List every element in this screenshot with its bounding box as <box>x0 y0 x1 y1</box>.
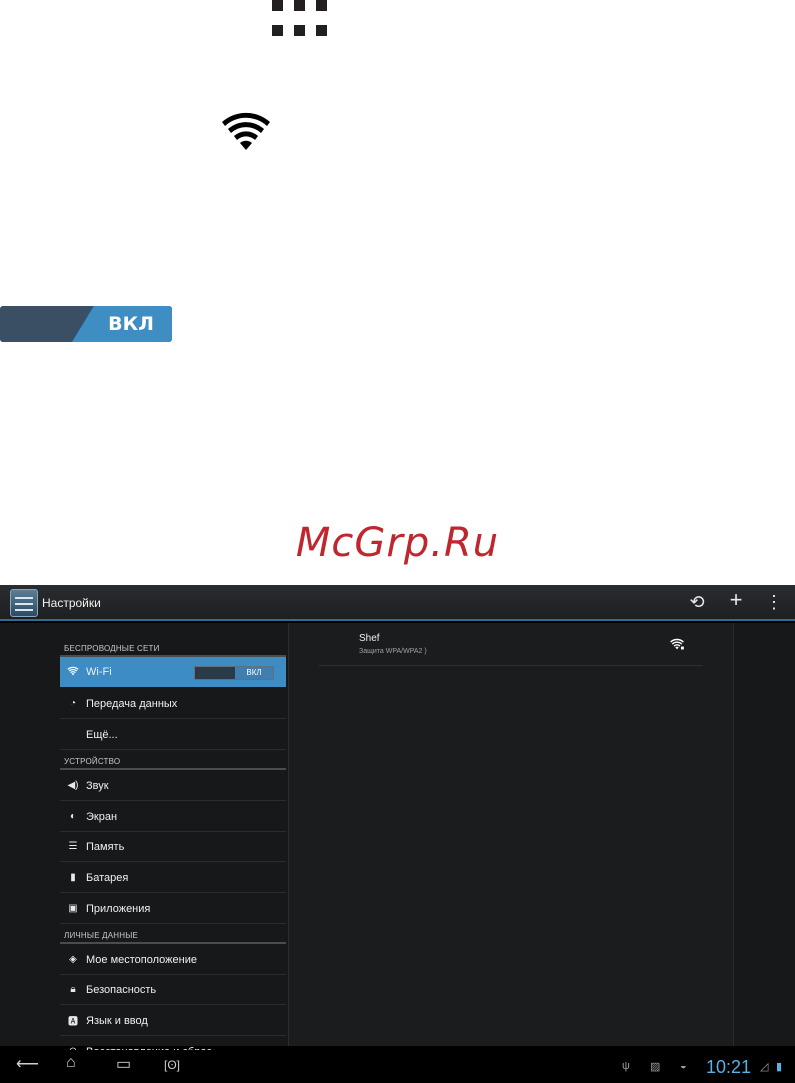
section-header-personal: ЛИЧНЫЕ ДАННЫЕ <box>64 931 139 940</box>
settings-item-label: Приложения <box>86 902 151 915</box>
usb-icon: ψ <box>622 1060 630 1072</box>
settings-item-wifi[interactable]: Wi-Fi ВКЛ <box>60 657 286 687</box>
settings-list: БЕСПРОВОДНЫЕ СЕТИ Wi-Fi ВКЛ ◔ Передача д… <box>60 623 286 1067</box>
battery-icon: ▮ <box>70 872 76 883</box>
settings-app-icon[interactable] <box>10 589 38 617</box>
wifi-toggle-illustration: ВКЛ <box>0 306 172 342</box>
app-title: Настройки <box>42 596 101 610</box>
sync-icon[interactable]: ⟲ <box>685 592 709 612</box>
settings-item-label: Ещё... <box>86 728 118 741</box>
location-icon: ◈ <box>69 954 77 965</box>
wifi-icon <box>222 112 270 150</box>
network-name: Shef <box>359 633 380 644</box>
apps-icon: ▣ <box>68 903 78 914</box>
recent-apps-icon[interactable]: ▭ <box>116 1054 131 1074</box>
settings-item-storage[interactable]: ☰ Память <box>60 832 286 862</box>
settings-item-apps[interactable]: ▣ Приложения <box>60 894 286 924</box>
wifi-icon <box>60 666 86 679</box>
brightness-icon: ◐ <box>69 811 77 822</box>
storage-icon: ☰ <box>68 841 78 852</box>
section-header-wireless: БЕСПРОВОДНЫЕ СЕТИ <box>64 644 160 653</box>
add-icon[interactable]: + <box>724 589 748 611</box>
settings-content: БЕСПРОВОДНЫЕ СЕТИ Wi-Fi ВКЛ ◔ Передача д… <box>0 623 795 1067</box>
speaker-icon: ◀) <box>67 780 79 791</box>
status-clock: 10:21 <box>706 1057 752 1077</box>
keyboard-icon: 🅰︎ <box>68 1017 78 1028</box>
settings-item-label: Безопасность <box>86 983 157 996</box>
apps-grid-icon <box>271 0 331 38</box>
section-divider <box>60 942 286 944</box>
action-bar: Настройки ⟲ + ⋮ <box>0 585 795 621</box>
settings-item-battery[interactable]: ▮ Батарея <box>60 863 286 893</box>
settings-item-label: Wi-Fi <box>86 666 112 678</box>
settings-item-label: Экран <box>86 810 118 823</box>
wifi-toggle-label: ВКЛ <box>235 667 273 679</box>
wifi-networks-pane: Shef Защита WPA/WPA2 ) <box>288 623 734 1046</box>
network-row[interactable]: Shef Защита WPA/WPA2 ) <box>319 631 703 666</box>
screenshot-icon[interactable]: [ʘ] <box>164 1058 180 1072</box>
tablet-screenshot: Настройки ⟲ + ⋮ БЕСПРОВОДНЫЕ СЕТИ Wi-Fi … <box>0 585 795 1083</box>
home-icon[interactable]: ⌂ <box>66 1054 76 1072</box>
image-icon: ▨ <box>650 1061 661 1073</box>
system-navbar: ⟵ ⌂ ▭ [ʘ] ψ ▨ ◒ 10:21 ◿ ▮ <box>0 1050 795 1083</box>
manual-page: ВКЛ McGrp.Ru Настройки ⟲ + ⋮ БЕСПРОВОДНЫ… <box>0 0 795 1083</box>
lock-icon: 🔒︎ <box>70 984 76 995</box>
watermark: McGrp.Ru <box>295 520 500 566</box>
section-header-device: УСТРОЙСТВО <box>64 757 121 766</box>
section-divider <box>60 768 286 770</box>
settings-item-more[interactable]: Ещё... <box>60 720 286 750</box>
settings-item-display[interactable]: ◐ Экран <box>60 802 286 832</box>
battery-charging-icon: ▮ <box>776 1061 783 1073</box>
overflow-menu-icon[interactable]: ⋮ <box>762 592 786 612</box>
wifi-signal-locked-icon <box>670 638 684 650</box>
settings-item-label: Память <box>86 840 125 853</box>
settings-item-label: Мое местоположение <box>86 953 197 966</box>
signal-icon: ◿ <box>760 1061 769 1073</box>
settings-item-security[interactable]: 🔒︎ Безопасность <box>60 975 286 1005</box>
wifi-toggle[interactable]: ВКЛ <box>194 666 274 680</box>
back-icon[interactable]: ⟵ <box>16 1054 39 1074</box>
settings-item-label: Батарея <box>86 871 129 884</box>
android-icon: ◒ <box>680 1060 687 1072</box>
settings-item-label: Язык и ввод <box>86 1014 148 1027</box>
data-usage-icon: ◔ <box>69 698 77 709</box>
settings-item-label: Передача данных <box>86 697 178 710</box>
settings-item-language[interactable]: 🅰︎ Язык и ввод <box>60 1006 286 1036</box>
settings-item-label: Звук <box>86 779 109 792</box>
settings-item-data-usage[interactable]: ◔ Передача данных <box>60 689 286 719</box>
settings-item-sound[interactable]: ◀) Звук <box>60 771 286 801</box>
network-status: Защита WPA/WPA2 ) <box>359 648 427 655</box>
settings-item-location[interactable]: ◈ Мое местоположение <box>60 945 286 975</box>
